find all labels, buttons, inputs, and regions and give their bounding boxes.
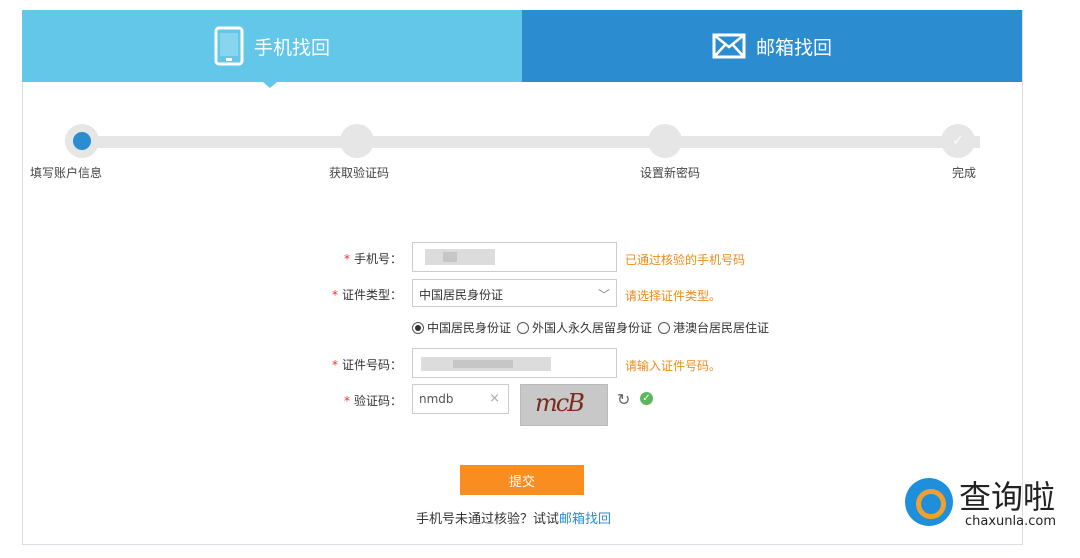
- step-node-4: ✓: [941, 124, 975, 158]
- phone-hint: 已通过核验的手机号码: [625, 253, 746, 267]
- phone-icon: [214, 26, 244, 66]
- check-icon: ✓: [952, 133, 964, 149]
- id-type-radios: 中国居民身份证 外国人永久居留身份证 港澳台居民居住证: [412, 319, 771, 336]
- id-number-input[interactable]: [412, 348, 617, 378]
- refresh-icon[interactable]: ↻: [617, 390, 630, 409]
- submit-button[interactable]: 提交: [460, 465, 584, 495]
- valid-check-icon: ✓: [640, 392, 653, 405]
- radio-button[interactable]: [412, 321, 424, 334]
- tab-phone-label: 手机找回: [253, 36, 330, 59]
- id-type-hint: 请选择证件类型。: [625, 289, 722, 303]
- step-node-3: [648, 124, 682, 158]
- masked-value: [425, 249, 495, 265]
- progress-steps: ✓ 填写账户信息 获取验证码 设置新密码 完成: [30, 120, 990, 190]
- tab-mail-label: 邮箱找回: [755, 36, 832, 59]
- step-label-1: 填写账户信息: [30, 166, 103, 180]
- radio-option-1[interactable]: 中国居民身份证: [412, 319, 511, 336]
- progress-track: [80, 136, 980, 148]
- captcha-input-value: nmdb: [419, 392, 454, 406]
- alt-recovery-text: 手机号未通过核验？试试邮箱找回: [416, 508, 611, 527]
- masked-value-detail: [453, 360, 513, 368]
- chevron-down-icon: ﹀: [597, 288, 610, 302]
- step-node-1: [65, 124, 99, 158]
- step-label-4: 完成: [952, 166, 977, 180]
- radio-option-3[interactable]: 港澳台居民居住证: [658, 319, 769, 336]
- phone-label: * 手机号：: [343, 252, 402, 266]
- id-type-selected: 中国居民身份证: [419, 288, 504, 302]
- radio-button[interactable]: [658, 321, 671, 334]
- captcha-image[interactable]: mcB: [520, 384, 608, 426]
- clear-icon[interactable]: ×: [489, 391, 500, 406]
- id-type-select[interactable]: 中国居民身份证 ﹀: [412, 279, 617, 307]
- watermark-title: 查询啦: [959, 478, 1056, 516]
- required-mark: *: [331, 358, 338, 372]
- radio-option-2[interactable]: 外国人永久居留身份证: [517, 319, 652, 336]
- mail-recovery-link[interactable]: 邮箱找回: [559, 512, 611, 527]
- tab-mail-recovery[interactable]: 邮箱找回: [522, 10, 1022, 82]
- captcha-label: * 验证码：: [343, 394, 402, 408]
- watermark-logo: 查询啦 chaxunla.com: [905, 470, 1075, 540]
- step-label-3: 设置新密码: [640, 166, 701, 180]
- alt-recovery-prefix: 手机号未通过核验？试试: [416, 512, 560, 527]
- id-type-label: * 证件类型：: [331, 288, 402, 302]
- recovery-tabs: 手机找回 邮箱找回: [22, 10, 1022, 82]
- required-mark: *: [343, 394, 350, 408]
- id-number-label: * 证件号码：: [331, 358, 402, 372]
- masked-value-detail: [443, 252, 457, 262]
- phone-input[interactable]: [412, 242, 617, 272]
- step-label-2: 获取验证码: [329, 166, 390, 180]
- required-mark: *: [343, 252, 350, 266]
- captcha-input[interactable]: nmdb ×: [412, 384, 509, 414]
- id-number-hint: 请输入证件号码。: [625, 359, 722, 373]
- active-tab-indicator: [263, 82, 277, 88]
- step-node-2: [340, 124, 374, 158]
- mail-icon: [712, 33, 746, 59]
- radio-button[interactable]: [517, 321, 530, 334]
- required-mark: *: [331, 288, 338, 302]
- search-logo-icon: [905, 478, 953, 526]
- tab-phone-recovery[interactable]: 手机找回: [22, 10, 522, 82]
- watermark-url: chaxunla.com: [965, 514, 1056, 529]
- captcha-image-text: mcB: [535, 389, 585, 417]
